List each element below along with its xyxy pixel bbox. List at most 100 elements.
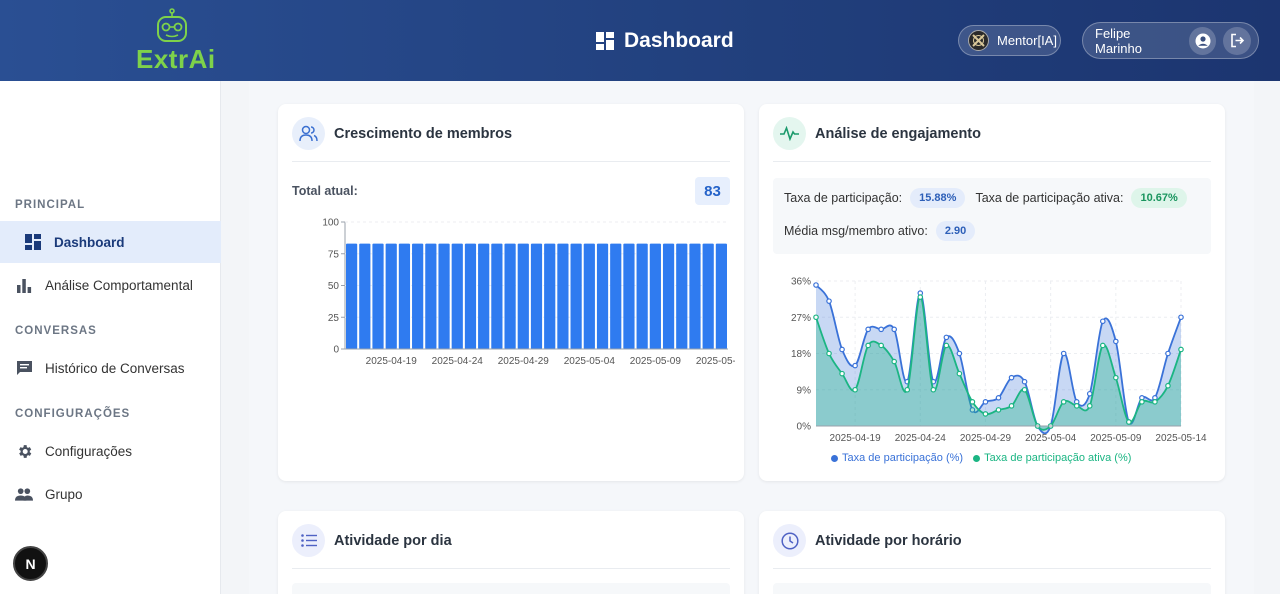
bar-chart-icon [15, 276, 33, 294]
bar [438, 243, 450, 349]
data-point [839, 370, 845, 377]
sidebar: PRINCIPAL Dashboard Análise Comportament… [0, 81, 221, 594]
data-point [1086, 403, 1093, 409]
data-point [1152, 399, 1158, 405]
legend-item-participation[interactable]: Taxa de participação (%) [831, 452, 963, 464]
x-tick-label: 2025-05-14 [696, 356, 735, 367]
total-label: Total atual: [292, 184, 358, 198]
data-point [865, 326, 871, 333]
x-tick-label: 2025-04-29 [960, 433, 1012, 444]
y-tick-label: 25 [328, 313, 340, 324]
sidebar-item-label: Histórico de Conversas [45, 360, 185, 376]
avg-msg-label: Média msg/membro ativo: [784, 224, 928, 238]
x-tick-label: 2025-05-09 [630, 356, 682, 367]
card-header: Atividade por dia [292, 524, 730, 569]
card-atividade-horario: Atividade por horário [759, 511, 1225, 594]
data-point [943, 342, 950, 349]
activity-icon [773, 117, 806, 150]
sidebar-item-label: Grupo [45, 486, 83, 502]
x-tick-label: 2025-05-09 [1090, 433, 1142, 444]
logout-button[interactable] [1223, 26, 1251, 55]
logo-text: ExtrAi [136, 44, 216, 74]
profile-button[interactable] [1188, 26, 1217, 55]
mentor-label: Mentor[IA] [997, 33, 1057, 48]
user-name: Felipe Marinho [1095, 25, 1142, 56]
card-crescimento-membros: Crescimento de membros Total atual: 83 1… [278, 104, 744, 481]
bar [385, 243, 397, 349]
sidebar-item-label: Análise Comportamental [45, 277, 193, 293]
chat-icon [15, 359, 33, 377]
data-point [852, 386, 858, 393]
data-point [956, 350, 963, 357]
data-point [826, 350, 832, 357]
data-point [982, 399, 989, 405]
legend-item-active-participation[interactable]: Taxa de participação ativa (%) [973, 452, 1131, 464]
sidebar-item-dashboard[interactable]: Dashboard [0, 221, 221, 263]
main-content: Crescimento de membros Total atual: 83 1… [249, 81, 1254, 594]
card-body [773, 583, 1211, 594]
data-point [891, 358, 898, 365]
logo[interactable]: ExtrAi [136, 8, 215, 74]
x-tick-label: 2025-05-04 [564, 356, 616, 367]
clock-icon [773, 524, 806, 557]
bar [425, 243, 437, 349]
data-point [1165, 382, 1171, 389]
data-point [982, 411, 989, 417]
y-tick-label: 36% [791, 277, 811, 288]
card-body [292, 583, 730, 594]
data-point [1099, 318, 1106, 325]
bar [676, 243, 688, 349]
bar [596, 243, 609, 349]
sidebar-item-label: Dashboard [54, 234, 125, 250]
top-header: ExtrAi Dashboard Mentor[IA] Felipe Marin… [0, 0, 1280, 81]
data-point [1178, 314, 1184, 321]
user-menu[interactable]: Felipe Marinho [1082, 22, 1259, 59]
data-point [878, 326, 884, 333]
mentor-avatar [968, 30, 989, 51]
data-point [813, 282, 819, 288]
y-tick-label: 75 [328, 249, 340, 260]
x-tick-label: 2025-04-19 [830, 433, 882, 444]
robot-logo-icon [157, 8, 187, 42]
bar [451, 243, 463, 349]
page-title-group: Dashboard [596, 28, 734, 54]
bar [530, 243, 543, 349]
bar [570, 243, 582, 349]
total-value: 83 [695, 177, 730, 205]
stat-row: Média msg/membro ativo: 2.90 [784, 221, 976, 241]
sidebar-item-grupo[interactable]: Grupo [0, 473, 221, 515]
bar [412, 243, 424, 349]
data-point [956, 370, 963, 377]
y-tick-label: 9% [797, 385, 812, 396]
data-point [1099, 342, 1106, 349]
sidebar-item-analise-comportamental[interactable]: Análise Comportamental [0, 264, 221, 306]
users-icon [292, 117, 325, 150]
bar [491, 243, 503, 349]
sidebar-item-configuracoes[interactable]: Configurações [0, 430, 221, 472]
mentor-button[interactable]: Mentor[IA] [958, 25, 1061, 56]
nextjs-badge-button[interactable]: N [13, 546, 48, 581]
bar [346, 243, 358, 349]
bar [689, 243, 701, 349]
y-tick-label: 0% [797, 422, 812, 433]
data-point [813, 314, 819, 321]
data-point [1060, 350, 1067, 357]
bar [636, 243, 648, 349]
legend-label: Taxa de participação (%) [842, 452, 964, 464]
data-point [1165, 350, 1171, 357]
bar [544, 243, 556, 349]
data-point [1008, 403, 1015, 409]
engagement-area-chart: 36% 27% 18% 9% 0% 2025-04-19 2025-04-24 2025-04… [791, 277, 1207, 445]
bar [517, 243, 529, 349]
sidebar-item-historico-conversas[interactable]: Histórico de Conversas [0, 347, 221, 389]
bar [504, 243, 516, 349]
data-point [1008, 374, 1015, 381]
bar [715, 243, 727, 349]
dashboard-icon [24, 233, 42, 251]
user-circle-icon [1195, 33, 1211, 48]
card-title: Atividade por dia [334, 532, 452, 549]
data-point [904, 386, 911, 393]
data-point [1060, 399, 1067, 405]
y-tick-label: 27% [791, 313, 811, 324]
sidebar-item-label: Configurações [45, 443, 133, 459]
